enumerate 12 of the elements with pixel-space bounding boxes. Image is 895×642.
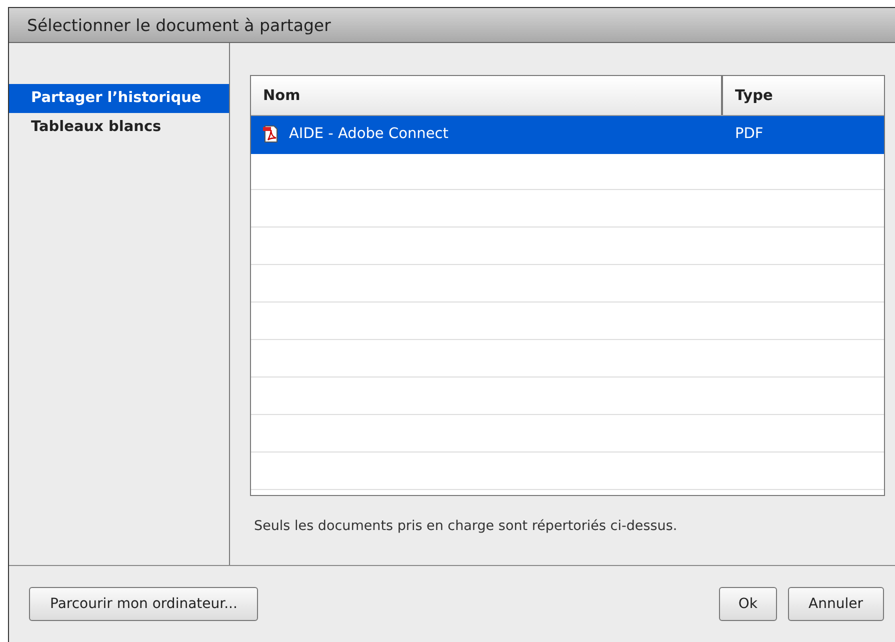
- pdf-file-icon: [263, 125, 279, 144]
- table-cell: AIDE - Adobe Connect: [289, 126, 448, 142]
- table-row[interactable]: AIDE - Adobe Connect PDF: [251, 116, 884, 154]
- column-header[interactable]: Type: [723, 76, 884, 115]
- ok-button[interactable]: Ok: [719, 587, 777, 621]
- sidebar-item[interactable]: Tableaux blancs: [9, 113, 229, 142]
- sidebar-item[interactable]: Partager l’historique: [9, 84, 229, 113]
- browse-button[interactable]: Parcourir mon ordinateur...: [29, 587, 258, 621]
- window-title: Sélectionner le document à partager: [27, 16, 331, 34]
- info-text: Seuls les documents pris en charge sont répertoriés ci-dessus.: [254, 518, 678, 534]
- table-cell: PDF: [735, 126, 764, 142]
- cancel-button[interactable]: Annuler: [788, 587, 884, 621]
